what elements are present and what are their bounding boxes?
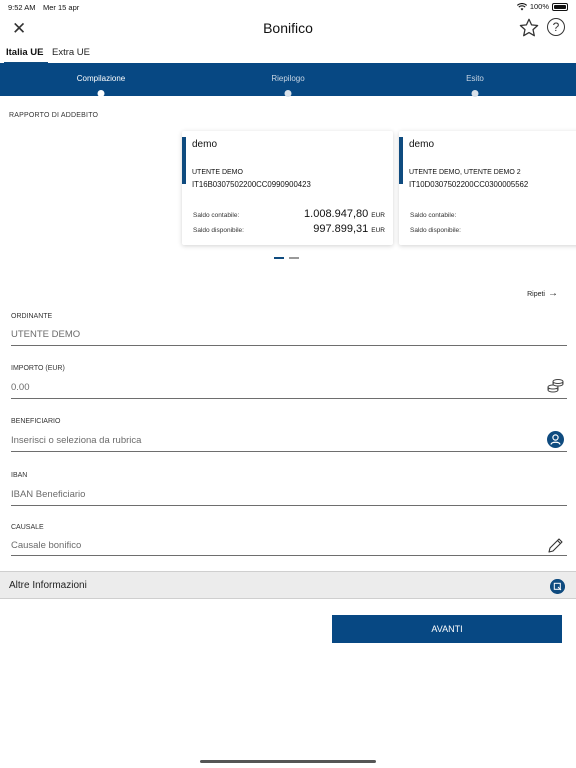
- star-icon[interactable]: [518, 17, 540, 39]
- tab-italia-ue[interactable]: Italia UE: [4, 47, 47, 64]
- step-dot-riepilogo: [284, 90, 292, 97]
- card-accent: [399, 137, 403, 184]
- beneficiario-label: BENEFICIARIO: [11, 418, 61, 425]
- beneficiario-input[interactable]: Inserisci o seleziona da rubrica: [11, 435, 141, 446]
- ordinante-field: ORDINANTE UTENTE DEMO: [11, 313, 567, 346]
- step-dot-esito: [471, 90, 479, 97]
- status-right: 100%: [516, 2, 568, 11]
- tab-extra-ue[interactable]: Extra UE: [52, 47, 90, 58]
- iban-input[interactable]: IBAN Beneficiario: [11, 489, 85, 500]
- card-accent: [182, 137, 186, 184]
- saldo-contabile-amount: 1.008.947,80: [304, 208, 369, 220]
- ordinante-label: ORDINANTE: [11, 313, 53, 320]
- iban-label: IBAN: [11, 472, 28, 479]
- header: ✕ Bonifico ?: [0, 14, 576, 44]
- wifi-icon: [516, 2, 527, 10]
- account-card[interactable]: demo UTENTE DEMO IT16B0307502200CC099090…: [182, 131, 393, 245]
- card-name: demo: [409, 139, 435, 150]
- saldo-contabile-value: 1.008.947,80 EUR: [304, 208, 385, 220]
- arrow-right-icon: →: [548, 288, 558, 299]
- card-iban: IT10D0307502200CC0300005562: [409, 180, 529, 189]
- causale-label: CAUSALE: [11, 524, 44, 531]
- importo-label: IMPORTO (EUR): [11, 365, 65, 372]
- progress-stepper: Compilazione Riepilogo Esito: [0, 63, 576, 97]
- battery-icon: [552, 2, 568, 11]
- pager-dot-2[interactable]: [289, 257, 299, 259]
- altre-informazioni-row[interactable]: Altre Informazioni: [0, 571, 576, 599]
- coins-icon[interactable]: [547, 379, 564, 393]
- saldo-disponibile-value: 997.899,31 EUR: [313, 223, 385, 235]
- currency-label: EUR: [371, 212, 385, 219]
- rapporto-label: RAPPORTO DI ADDEBITO: [9, 112, 99, 119]
- pencil-icon[interactable]: [547, 537, 564, 554]
- ordinante-value: UTENTE DEMO: [11, 329, 81, 340]
- contact-icon[interactable]: [547, 431, 564, 448]
- saldo-contabile-label: Saldo contabile:: [410, 212, 457, 219]
- account-card-2[interactable]: demo UTENTE DEMO, UTENTE DEMO 2 IT10D030…: [399, 131, 576, 245]
- importo-field[interactable]: IMPORTO (EUR) 0.00: [11, 365, 567, 399]
- step-riepilogo: Riepilogo: [271, 74, 305, 83]
- card-holder: UTENTE DEMO, UTENTE DEMO 2: [409, 169, 521, 176]
- status-date: Mer 15 apr: [43, 3, 80, 12]
- causale-field[interactable]: CAUSALE Causale bonifico: [11, 524, 567, 556]
- beneficiario-field[interactable]: BENEFICIARIO Inserisci o seleziona da ru…: [11, 418, 567, 452]
- currency-label: EUR: [371, 227, 385, 234]
- pager-dot-1[interactable]: [274, 257, 284, 259]
- battery-percent: 100%: [529, 2, 549, 11]
- card-name: demo: [192, 139, 218, 150]
- tab-bar: Italia UE Extra UE: [0, 44, 576, 64]
- card-iban: IT16B0307502200CC0990900423: [192, 180, 311, 189]
- saldo-disponibile-amount: 997.899,31: [313, 223, 369, 235]
- repeat-label: Ripeti: [527, 291, 545, 298]
- iban-field[interactable]: IBAN IBAN Beneficiario: [11, 472, 567, 506]
- importo-input[interactable]: 0.00: [11, 382, 30, 393]
- avanti-button[interactable]: AVANTI: [332, 615, 562, 643]
- step-compilazione: Compilazione: [76, 74, 126, 83]
- saldo-contabile-label: Saldo contabile:: [193, 212, 240, 219]
- expand-icon[interactable]: [550, 579, 565, 594]
- saldo-disponibile-label: Saldo disponibile:: [410, 227, 461, 234]
- page-title: Bonifico: [263, 20, 313, 36]
- status-time: 9:52 AM: [8, 3, 36, 12]
- repeat-button[interactable]: Ripeti →: [527, 288, 558, 299]
- status-bar: 9:52 AM Mer 15 apr 100%: [0, 0, 576, 14]
- card-pager: [274, 257, 299, 259]
- causale-input[interactable]: Causale bonifico: [11, 540, 81, 551]
- step-esito: Esito: [466, 74, 484, 83]
- home-indicator: [200, 760, 376, 763]
- help-icon[interactable]: ?: [547, 18, 565, 36]
- step-dot-compilazione: [97, 90, 105, 97]
- saldo-disponibile-label: Saldo disponibile:: [193, 227, 244, 234]
- altre-informazioni-label: Altre Informazioni: [9, 580, 87, 591]
- card-holder: UTENTE DEMO: [192, 169, 243, 176]
